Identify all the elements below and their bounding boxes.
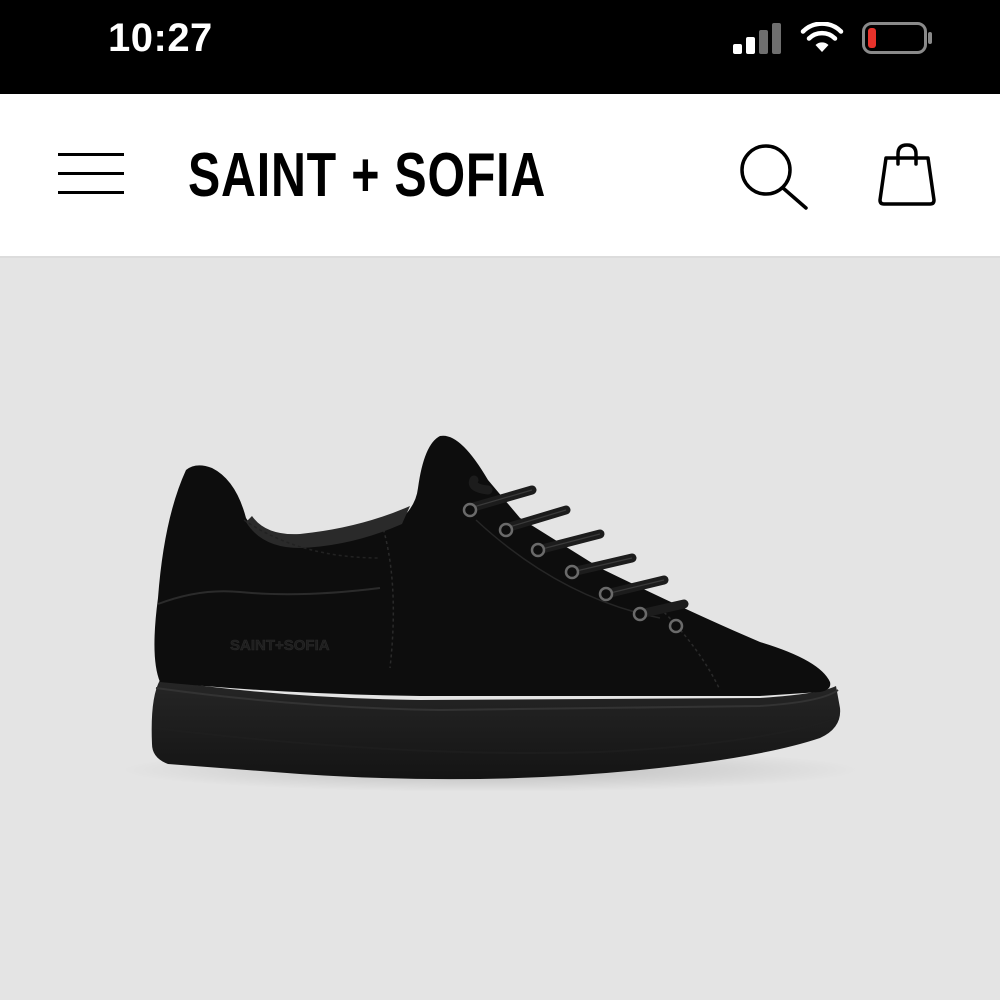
- wifi-icon: [800, 22, 844, 52]
- site-header: SAINT + SOFIA: [0, 94, 1000, 258]
- menu-icon[interactable]: [56, 150, 128, 200]
- phone-screen: 10:27 SAINT + SOFIA SAINT+SOFIA: [0, 0, 1000, 1000]
- sneaker-illustration: SAINT+SOFIA: [120, 435, 860, 792]
- brand-logo[interactable]: SAINT + SOFIA: [188, 136, 546, 216]
- status-bar: 10:27: [0, 0, 1000, 94]
- search-icon[interactable]: [736, 142, 812, 212]
- shopping-bag-icon[interactable]: [876, 142, 938, 208]
- product-image[interactable]: SAINT+SOFIA: [0, 258, 1000, 1000]
- signal-icon: [733, 23, 781, 54]
- battery-icon: [862, 22, 932, 54]
- status-time: 10:27: [108, 16, 213, 60]
- sneaker-upper: [154, 435, 831, 696]
- sole-emboss-text: SAINT+SOFIA: [230, 637, 330, 654]
